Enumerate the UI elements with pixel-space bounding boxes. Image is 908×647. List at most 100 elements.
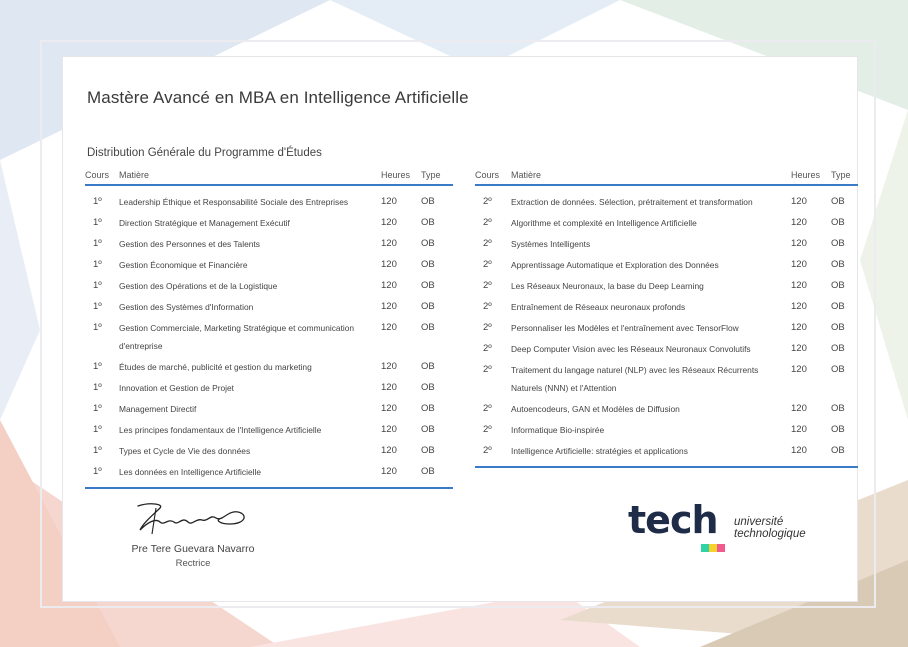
- cell-heures: 120: [791, 403, 807, 414]
- table-row: 2º Informatique Bio-inspirée 120 OB: [475, 418, 858, 439]
- program-subtitle: Distribution Générale du Programme d'Étu…: [87, 147, 322, 159]
- header-type: Type: [831, 167, 858, 186]
- cell-heures: 120: [381, 217, 397, 228]
- table-row: 1º Types et Cycle de Vie des données 120 OB: [85, 439, 453, 460]
- cell-type: OB: [831, 301, 845, 312]
- table-row: 2º Les Réseaux Neuronaux, la base du Deep…: [475, 274, 858, 295]
- cell-type: OB: [421, 424, 435, 435]
- cell-heures: 120: [791, 439, 831, 468]
- table-row: 1º Gestion Économique et Financière 120 OB: [85, 253, 453, 274]
- cell-heures: 120: [791, 259, 807, 270]
- page-title: Mastère Avancé en MBA en Intelligence Ar…: [87, 88, 469, 107]
- cell-type: OB: [421, 301, 435, 312]
- table-row: 1º Gestion des Opérations et de la Logist…: [85, 274, 453, 295]
- cell-heures: 120: [381, 361, 397, 372]
- cell-heures: 120: [381, 382, 397, 393]
- cell-cours: 1º: [93, 217, 102, 228]
- table-row: 1º Les principes fondamentaux de l'Intell…: [85, 418, 453, 439]
- cell-matiere: Algorithme et complexité en Intelligence…: [511, 218, 697, 228]
- cell-heures: 120: [791, 322, 807, 333]
- cell-heures: 120: [381, 460, 421, 489]
- table-row: 2º Autoencodeurs, GAN et Modèles de Diffu…: [475, 397, 858, 418]
- courses-table-first-year: Cours Matière Heures Type 1º Leadership É…: [85, 167, 453, 489]
- header-type: Type: [421, 167, 453, 186]
- cell-cours: 2º: [483, 424, 492, 435]
- cell-matiere: Gestion Commerciale, Marketing Stratégiq…: [119, 323, 355, 351]
- header-matiere: Matière: [119, 167, 381, 186]
- header-heures: Heures: [791, 167, 831, 186]
- cell-matiere: Types et Cycle de Vie des données: [119, 446, 251, 456]
- cell-heures: 120: [381, 301, 397, 312]
- cell-type: OB: [831, 217, 845, 228]
- logo-word: tech: [628, 498, 719, 542]
- cell-heures: 120: [381, 196, 397, 207]
- cell-matiere: Les données en Intelligence Artificielle: [119, 460, 381, 489]
- table-row: 1º Direction Stratégique et Management Ex…: [85, 211, 453, 232]
- signatory-name: Pre Tere Guevara Navarro: [131, 543, 255, 555]
- cell-type: OB: [421, 217, 435, 228]
- cell-matiere: Gestion des Systèmes d'Information: [119, 302, 254, 312]
- cell-matiere: Gestion des Opérations et de la Logistiq…: [119, 281, 278, 291]
- header-matiere: Matière: [511, 167, 791, 186]
- cell-type: OB: [831, 322, 845, 333]
- cell-matiere: Deep Computer Vision avec les Réseaux Ne…: [511, 344, 751, 354]
- table-row: 1º Gestion Commerciale, Marketing Stratég…: [85, 316, 453, 355]
- cell-matiere: Informatique Bio-inspirée: [511, 425, 605, 435]
- cell-cours: 1º: [93, 196, 102, 207]
- cell-cours: 1º: [93, 403, 102, 414]
- cell-cours: 2º: [483, 364, 492, 375]
- cell-type: OB: [421, 445, 435, 456]
- courses-table-second-year: Cours Matière Heures Type 2º Extraction d…: [475, 167, 858, 468]
- cell-type: OB: [421, 259, 435, 270]
- cell-type: OB: [421, 361, 435, 372]
- cell-matiere: Autoencodeurs, GAN et Modèles de Diffusi…: [511, 404, 680, 414]
- cell-type: OB: [421, 238, 435, 249]
- cell-heures: 120: [791, 280, 807, 291]
- table-row: 1º Études de marché, publicité et gestion…: [85, 355, 453, 376]
- cell-matiere: Leadership Éthique et Responsabilité Soc…: [119, 197, 349, 207]
- table-row: 2º Apprentissage Automatique et Explorati…: [475, 253, 858, 274]
- cell-cours: 1º: [93, 322, 102, 333]
- header-cours: Cours: [475, 167, 511, 186]
- cell-matiere: Traitement du langage naturel (NLP) avec…: [511, 365, 759, 393]
- table-row: 2º Systèmes Intelligents 120 OB: [475, 232, 858, 253]
- cell-cours: 1º: [93, 445, 102, 456]
- logo-subtitle: université technologique: [734, 516, 806, 540]
- cell-cours: 1º: [93, 238, 102, 249]
- cell-type: OB: [831, 364, 845, 375]
- cell-cours: 1º: [85, 460, 119, 489]
- cell-type: OB: [421, 382, 435, 393]
- table-row: 1º Les données en Intelligence Artificiel…: [85, 460, 453, 489]
- logo-wordmark: tech: [628, 498, 719, 542]
- table-row: 2º Personnaliser les Modèles et l'entraîn…: [475, 316, 858, 337]
- cell-heures: 120: [381, 238, 397, 249]
- cell-type: OB: [831, 259, 845, 270]
- cell-matiere: Entraînement de Réseaux neuronaux profon…: [511, 302, 686, 312]
- header-cours: Cours: [85, 167, 119, 186]
- cell-heures: 120: [381, 280, 397, 291]
- cell-heures: 120: [381, 403, 397, 414]
- table-row: 1º Management Directif 120 OB: [85, 397, 453, 418]
- cell-matiere: Apprentissage Automatique et Exploration…: [511, 260, 719, 270]
- cell-cours: 2º: [483, 259, 492, 270]
- cell-type: OB: [831, 343, 845, 354]
- cell-cours: 2º: [483, 196, 492, 207]
- cell-cours: 1º: [93, 259, 102, 270]
- cell-cours: 2º: [483, 403, 492, 414]
- signatory-role: Rectrice: [175, 558, 211, 569]
- cell-cours: 1º: [93, 280, 102, 291]
- handwritten-signature: [137, 503, 245, 535]
- table-row: 1º Innovation et Gestion de Projet 120 OB: [85, 376, 453, 397]
- cell-type: OB: [831, 439, 858, 468]
- table-header-row: Cours Matière Heures Type: [85, 167, 453, 186]
- cell-cours: 1º: [93, 424, 102, 435]
- cell-heures: 120: [381, 259, 397, 270]
- tech-logo: tech université technologique: [628, 498, 828, 554]
- cell-heures: 120: [381, 322, 397, 333]
- cell-heures: 120: [791, 301, 807, 312]
- cell-matiere: Études de marché, publicité et gestion d…: [119, 362, 312, 372]
- cell-matiere: Management Directif: [119, 404, 197, 414]
- cell-matiere: Les Réseaux Neuronaux, la base du Deep L…: [511, 281, 704, 291]
- cell-heures: 120: [791, 364, 807, 375]
- cell-cours: 2º: [475, 439, 511, 468]
